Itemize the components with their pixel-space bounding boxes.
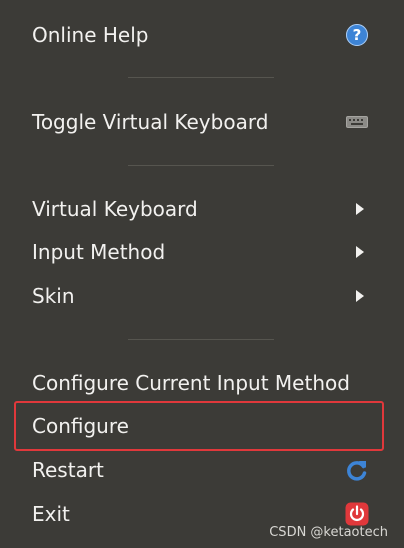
refresh-icon bbox=[344, 457, 370, 483]
chevron-right-icon bbox=[344, 239, 370, 265]
menu-item-input-method[interactable]: Input Method bbox=[0, 232, 404, 272]
menu-item-toggle-virtual-keyboard[interactable]: Toggle Virtual Keyboard bbox=[0, 102, 404, 142]
menu-separator bbox=[128, 339, 274, 340]
chevron-right-icon bbox=[344, 283, 370, 309]
menu-item-label: Skin bbox=[32, 284, 75, 308]
menu-item-label: Configure Current Input Method bbox=[32, 371, 350, 395]
menu-item-label: Virtual Keyboard bbox=[32, 197, 198, 221]
menu-separator bbox=[128, 77, 274, 78]
menu-item-configure[interactable]: Configure bbox=[0, 406, 404, 446]
menu-item-virtual-keyboard[interactable]: Virtual Keyboard bbox=[0, 189, 404, 229]
menu-item-online-help[interactable]: Online Help ? bbox=[0, 15, 404, 55]
menu-item-label: Input Method bbox=[32, 240, 166, 264]
tray-context-menu: Online Help ? Toggle Virtual Keyboard Vi… bbox=[0, 0, 404, 548]
chevron-right-icon bbox=[344, 196, 370, 222]
menu-item-label: Configure bbox=[32, 414, 129, 438]
menu-item-label: Restart bbox=[32, 458, 104, 482]
menu-item-restart[interactable]: Restart bbox=[0, 450, 404, 490]
keyboard-icon bbox=[344, 109, 370, 135]
menu-item-label: Online Help bbox=[32, 23, 149, 47]
svg-text:?: ? bbox=[353, 26, 362, 44]
menu-item-label: Toggle Virtual Keyboard bbox=[32, 110, 269, 134]
menu-separator bbox=[128, 165, 274, 166]
help-icon: ? bbox=[344, 22, 370, 48]
menu-item-configure-current-input-method[interactable]: Configure Current Input Method bbox=[0, 363, 404, 403]
power-icon bbox=[344, 501, 370, 527]
watermark-text: CSDN @ketaotech bbox=[269, 525, 388, 540]
menu-item-skin[interactable]: Skin bbox=[0, 276, 404, 316]
